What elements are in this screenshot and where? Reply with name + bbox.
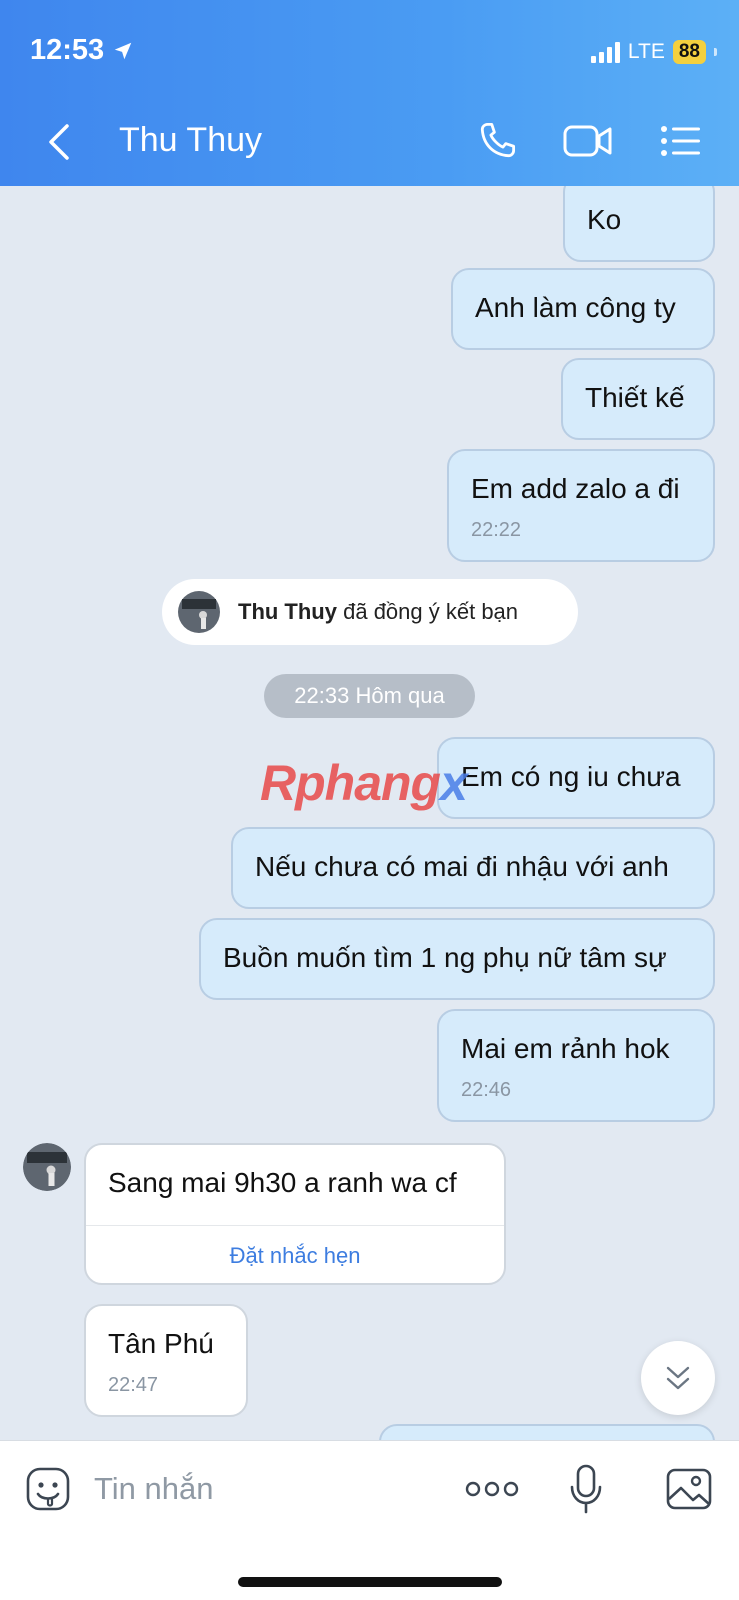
message-bubble[interactable]: Nếu chưa có mai đi nhậu với anh bbox=[231, 827, 715, 909]
more-options-button[interactable] bbox=[464, 1465, 520, 1513]
message-bubble[interactable] bbox=[379, 1424, 715, 1440]
image-picker-button[interactable] bbox=[664, 1465, 714, 1513]
status-bar-time: 12:53 bbox=[30, 34, 134, 67]
video-camera-icon bbox=[563, 125, 612, 157]
message-bubble[interactable]: Em có ng iu chưa bbox=[437, 737, 715, 819]
chat-header: 12:53 LTE 88 Thu Thuy bbox=[0, 0, 739, 186]
message-input-bar: Tin nhắn bbox=[0, 1440, 739, 1600]
bubble-divider bbox=[86, 1225, 504, 1226]
set-reminder-link[interactable]: Đặt nhắc hẹn bbox=[86, 1243, 504, 1269]
friend-accepted-notice: Thu Thuy đã đồng ý kết bạn bbox=[162, 579, 578, 645]
contact-avatar[interactable] bbox=[23, 1143, 71, 1191]
message-text: Mai em rảnh hok bbox=[461, 1033, 670, 1064]
network-type: LTE bbox=[627, 40, 665, 63]
message-time: 22:46 bbox=[461, 1079, 512, 1101]
more-dots-icon bbox=[465, 1481, 519, 1497]
status-time-text: 12:53 bbox=[30, 34, 105, 66]
message-bubble[interactable]: Ko bbox=[563, 186, 715, 262]
call-button[interactable] bbox=[470, 118, 524, 164]
double-chevron-down-icon bbox=[666, 1366, 690, 1390]
message-text: Ko bbox=[587, 204, 622, 235]
watermark-part-2: x bbox=[440, 755, 468, 811]
message-time: 22:22 bbox=[471, 519, 522, 541]
sticker-button[interactable] bbox=[24, 1465, 72, 1513]
message-input[interactable]: Tin nhắn bbox=[94, 1471, 214, 1507]
watermark-part-1: Rphang bbox=[260, 755, 441, 811]
message-text: Em có ng iu chưa bbox=[461, 761, 681, 792]
menu-button[interactable] bbox=[654, 118, 708, 164]
friend-avatar bbox=[178, 591, 220, 633]
message-bubble[interactable]: Mai em rảnh hok 22:46 bbox=[437, 1009, 715, 1122]
signal-icon bbox=[590, 41, 620, 63]
chevron-left-icon bbox=[49, 124, 69, 160]
message-text: Nếu chưa có mai đi nhậu với anh bbox=[255, 851, 669, 882]
message-bubble[interactable]: Thiết kế bbox=[561, 358, 715, 440]
chat-title[interactable]: Thu Thuy bbox=[119, 121, 262, 160]
microphone-icon bbox=[570, 1464, 602, 1514]
message-bubble[interactable]: Em add zalo a đi 22:22 bbox=[447, 449, 715, 562]
phone-icon bbox=[480, 122, 516, 158]
friend-name: Thu Thuy bbox=[238, 599, 337, 624]
sticker-face-icon bbox=[26, 1467, 70, 1511]
status-bar-indicators: LTE 88 bbox=[590, 40, 717, 64]
voice-record-button[interactable] bbox=[568, 1461, 604, 1517]
back-button[interactable] bbox=[38, 118, 78, 166]
list-menu-icon bbox=[661, 126, 700, 156]
message-text: Tân Phú bbox=[108, 1328, 214, 1359]
message-bubble[interactable]: Anh làm công ty bbox=[451, 268, 715, 350]
home-indicator bbox=[238, 1577, 502, 1587]
battery-level: 88 bbox=[672, 40, 706, 64]
image-gallery-icon bbox=[666, 1468, 712, 1510]
watermark-logo: Rphangx bbox=[260, 754, 468, 812]
message-bubble[interactable]: Buồn muốn tìm 1 ng phụ nữ tâm sự bbox=[199, 918, 715, 1000]
date-separator: 22:33 Hôm qua bbox=[264, 674, 475, 718]
scroll-to-bottom-button[interactable] bbox=[641, 1341, 715, 1415]
location-arrow-icon bbox=[114, 42, 132, 59]
message-text: Anh làm công ty bbox=[475, 292, 676, 323]
message-text: Sang mai 9h30 a ranh wa cf bbox=[108, 1167, 457, 1198]
message-text: Thiết kế bbox=[585, 382, 685, 413]
message-text: Buồn muốn tìm 1 ng phụ nữ tâm sự bbox=[223, 942, 667, 973]
message-list[interactable]: Ko Anh làm công ty Thiết kế Em add zalo … bbox=[0, 186, 739, 1440]
message-text: Em add zalo a đi bbox=[471, 473, 680, 504]
video-call-button[interactable] bbox=[561, 118, 615, 164]
friend-accept-label: đã đồng ý kết bạn bbox=[343, 599, 519, 624]
message-time: 22:47 bbox=[108, 1374, 159, 1396]
friend-accepted-text: Thu Thuy đã đồng ý kết bạn bbox=[238, 599, 518, 625]
battery-icon bbox=[714, 48, 717, 56]
message-bubble[interactable]: Sang mai 9h30 a ranh wa cf Đặt nhắc hẹn bbox=[84, 1143, 506, 1285]
message-bubble[interactable]: Tân Phú 22:47 bbox=[84, 1304, 248, 1417]
